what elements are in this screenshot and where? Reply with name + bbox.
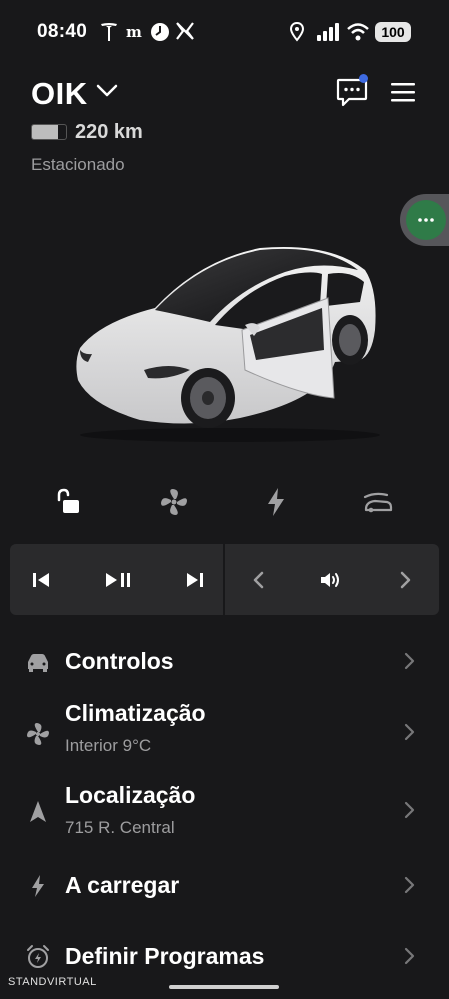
menu-item-title: Definir Programas: [65, 943, 265, 969]
charging-bolt-icon[interactable]: [259, 485, 293, 519]
fan-icon[interactable]: [157, 485, 191, 519]
status-battery: 100: [375, 22, 411, 42]
volume-icon[interactable]: [316, 565, 346, 595]
side-panel-handle[interactable]: [400, 194, 449, 246]
play-pause-icon[interactable]: [102, 565, 138, 595]
charging-bolt-icon: [32, 875, 44, 897]
menu-item-title: A carregar: [65, 872, 180, 898]
chevron-down-icon[interactable]: [96, 84, 118, 98]
menu-item-controls[interactable]: Controlos: [0, 640, 449, 684]
menu-item-title: Controlos: [65, 648, 174, 674]
unlock-icon[interactable]: [53, 485, 87, 519]
range-battery-icon: [31, 124, 67, 140]
navigation-arrow-icon: [30, 801, 46, 822]
x-icon: [176, 22, 194, 40]
vehicle-name[interactable]: OIK: [31, 76, 88, 112]
more-options-button[interactable]: [406, 200, 446, 240]
media-divider: [223, 544, 225, 615]
menu-item-schedules[interactable]: Definir Programas: [0, 935, 449, 979]
wifi-icon: [347, 23, 369, 41]
svg-text:m: m: [126, 23, 142, 40]
menu-item-climate[interactable]: Climatização Interior 9°C: [0, 698, 449, 762]
watermark: STANDVIRTUAL: [8, 976, 97, 988]
chevron-right-icon: [404, 801, 415, 819]
range-battery-fill: [32, 125, 58, 139]
next-track-icon[interactable]: [180, 565, 210, 595]
menu-item-subtitle: Interior 9°C: [65, 736, 152, 755]
car-icon: [28, 654, 48, 672]
fan-icon: [27, 723, 49, 745]
location-icon: [290, 22, 304, 42]
menu-item-subtitle: 715 R. Central: [65, 818, 175, 837]
home-indicator[interactable]: [169, 985, 279, 989]
vehicle-image[interactable]: [60, 230, 390, 445]
status-time: 08:40: [37, 21, 88, 42]
menu-item-charging[interactable]: A carregar: [0, 864, 449, 908]
more-dots-icon: [418, 218, 434, 222]
frunk-icon[interactable]: [361, 485, 395, 519]
range-text: 220 km: [75, 121, 143, 143]
clock-icon: [151, 23, 169, 41]
chevron-right-icon: [404, 947, 415, 965]
alarm-clock-icon: [27, 945, 49, 968]
vehicle-status: Estacionado: [31, 155, 125, 174]
media-controls: [10, 544, 439, 615]
hamburger-menu-icon[interactable]: [389, 80, 417, 104]
newspaper-icon: m: [126, 23, 142, 40]
menu-item-title: Localização: [65, 782, 196, 808]
notification-dot: [359, 74, 368, 83]
tesla-logo-icon: [101, 23, 117, 41]
volume-left-icon[interactable]: [244, 565, 274, 595]
chevron-right-icon: [404, 723, 415, 741]
menu-item-title: Climatização: [65, 700, 206, 726]
chevron-right-icon: [404, 876, 415, 894]
volume-right-icon[interactable]: [390, 565, 420, 595]
menu-item-location[interactable]: Localização 715 R. Central: [0, 780, 449, 844]
status-bar: 08:40 m 100: [0, 0, 449, 62]
signal-icon: [317, 23, 339, 41]
chevron-right-icon: [404, 652, 415, 670]
previous-track-icon[interactable]: [26, 565, 56, 595]
